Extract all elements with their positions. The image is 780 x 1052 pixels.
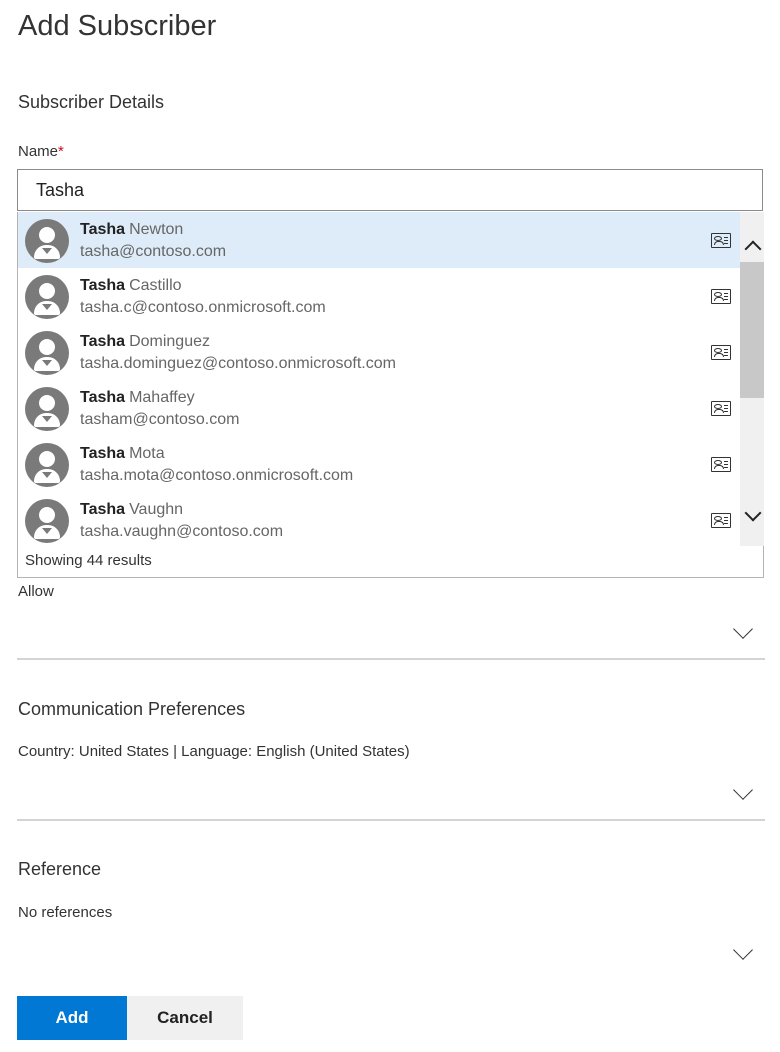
reference-expand-button[interactable] xyxy=(726,939,760,969)
contact-card-icon[interactable] xyxy=(711,513,731,528)
avatar-icon xyxy=(25,275,69,319)
name-label-text: Name xyxy=(18,143,59,160)
results-count: Showing 44 results xyxy=(25,552,152,569)
chevron-down-icon xyxy=(744,504,762,522)
communication-preferences-summary: Country: United States | Language: Engli… xyxy=(18,743,410,760)
suggestion-email: tasha.c@contoso.onmicrosoft.com xyxy=(80,299,326,316)
suggestion-name: Tasha Mota xyxy=(80,445,165,463)
add-button[interactable]: Add xyxy=(17,996,127,1040)
last-name: Mota xyxy=(129,445,165,462)
contact-card-icon[interactable] xyxy=(711,401,731,416)
last-name: Mahaffey xyxy=(129,389,195,406)
suggestion-email: tasham@contoso.com xyxy=(80,411,240,428)
contact-card-icon[interactable] xyxy=(711,233,731,248)
suggestion-row[interactable]: Tasha Castillo tasha.c@contoso.onmicrosoft… xyxy=(18,268,740,324)
suggestion-name: Tasha Dominguez xyxy=(80,333,210,351)
last-name: Vaughn xyxy=(129,501,184,518)
suggestion-row[interactable]: Tasha Vaughn tasha.vaughn@contoso.com xyxy=(18,492,740,546)
suggestion-row[interactable]: Tasha Dominguez tasha.dominguez@contoso.on… xyxy=(18,324,740,380)
suggestion-name: Tasha Castillo xyxy=(80,277,182,295)
name-input[interactable] xyxy=(17,169,763,211)
contact-card-icon[interactable] xyxy=(711,289,731,304)
last-name: Castillo xyxy=(129,277,182,294)
divider xyxy=(17,658,765,660)
avatar-icon xyxy=(25,219,69,263)
suggestion-name: Tasha Vaughn xyxy=(80,501,183,519)
suggestion-row[interactable]: Tasha Newton tasha@contoso.com xyxy=(18,212,740,268)
avatar-icon xyxy=(25,387,69,431)
chevron-down-icon xyxy=(733,619,753,639)
chevron-down-icon xyxy=(733,780,753,800)
first-name: Tasha xyxy=(80,333,126,350)
divider xyxy=(17,819,765,821)
chevron-up-icon xyxy=(744,240,762,258)
communication-preferences-heading: Communication Preferences xyxy=(18,699,246,719)
suggestion-email: tasha@contoso.com xyxy=(80,243,227,260)
suggestions-list: Tasha Newton tasha@contoso.com Tasha Castill… xyxy=(18,212,740,546)
avatar-icon xyxy=(25,331,69,375)
contact-card-icon[interactable] xyxy=(711,345,731,360)
first-name: Tasha xyxy=(80,501,126,518)
suggestion-row[interactable]: Tasha Mota tasha.mota@contoso.onmicrosoft.… xyxy=(18,436,740,492)
communication-expand-button[interactable] xyxy=(726,779,760,809)
reference-heading: Reference xyxy=(18,859,102,879)
suggestions-dropdown: Tasha Newton tasha@contoso.com Tasha Castill… xyxy=(17,212,764,578)
suggestion-email: tasha.dominguez@contoso.onmicrosoft.com xyxy=(80,355,396,372)
first-name: Tasha xyxy=(80,277,126,294)
reference-summary: No references xyxy=(18,904,113,921)
suggestion-email: tasha.vaughn@contoso.com xyxy=(80,523,284,540)
suggestion-name: Tasha Newton xyxy=(80,221,183,239)
allow-expand-button[interactable] xyxy=(726,618,760,648)
allow-label: Allow xyxy=(18,583,54,600)
name-label: Name* xyxy=(18,143,64,160)
subscriber-details-heading: Subscriber Details xyxy=(18,92,165,112)
contact-card-icon[interactable] xyxy=(711,457,731,472)
avatar-icon xyxy=(25,499,69,543)
scroll-down-button[interactable] xyxy=(740,502,764,528)
scroll-up-button[interactable] xyxy=(740,232,764,258)
page-title: Add Subscriber xyxy=(18,10,217,42)
avatar-icon xyxy=(25,443,69,487)
suggestion-row[interactable]: Tasha Mahaffey tasham@contoso.com xyxy=(18,380,740,436)
first-name: Tasha xyxy=(80,221,126,238)
suggestion-name: Tasha Mahaffey xyxy=(80,389,195,407)
first-name: Tasha xyxy=(80,445,126,462)
suggestions-scrollbar[interactable] xyxy=(740,212,764,546)
first-name: Tasha xyxy=(80,389,126,406)
last-name: Newton xyxy=(129,221,184,238)
scrollbar-thumb[interactable] xyxy=(740,262,764,398)
cancel-button[interactable]: Cancel xyxy=(127,996,243,1040)
last-name: Dominguez xyxy=(129,333,210,350)
required-mark: * xyxy=(58,143,64,160)
suggestion-email: tasha.mota@contoso.onmicrosoft.com xyxy=(80,467,354,484)
chevron-down-icon xyxy=(733,940,753,960)
